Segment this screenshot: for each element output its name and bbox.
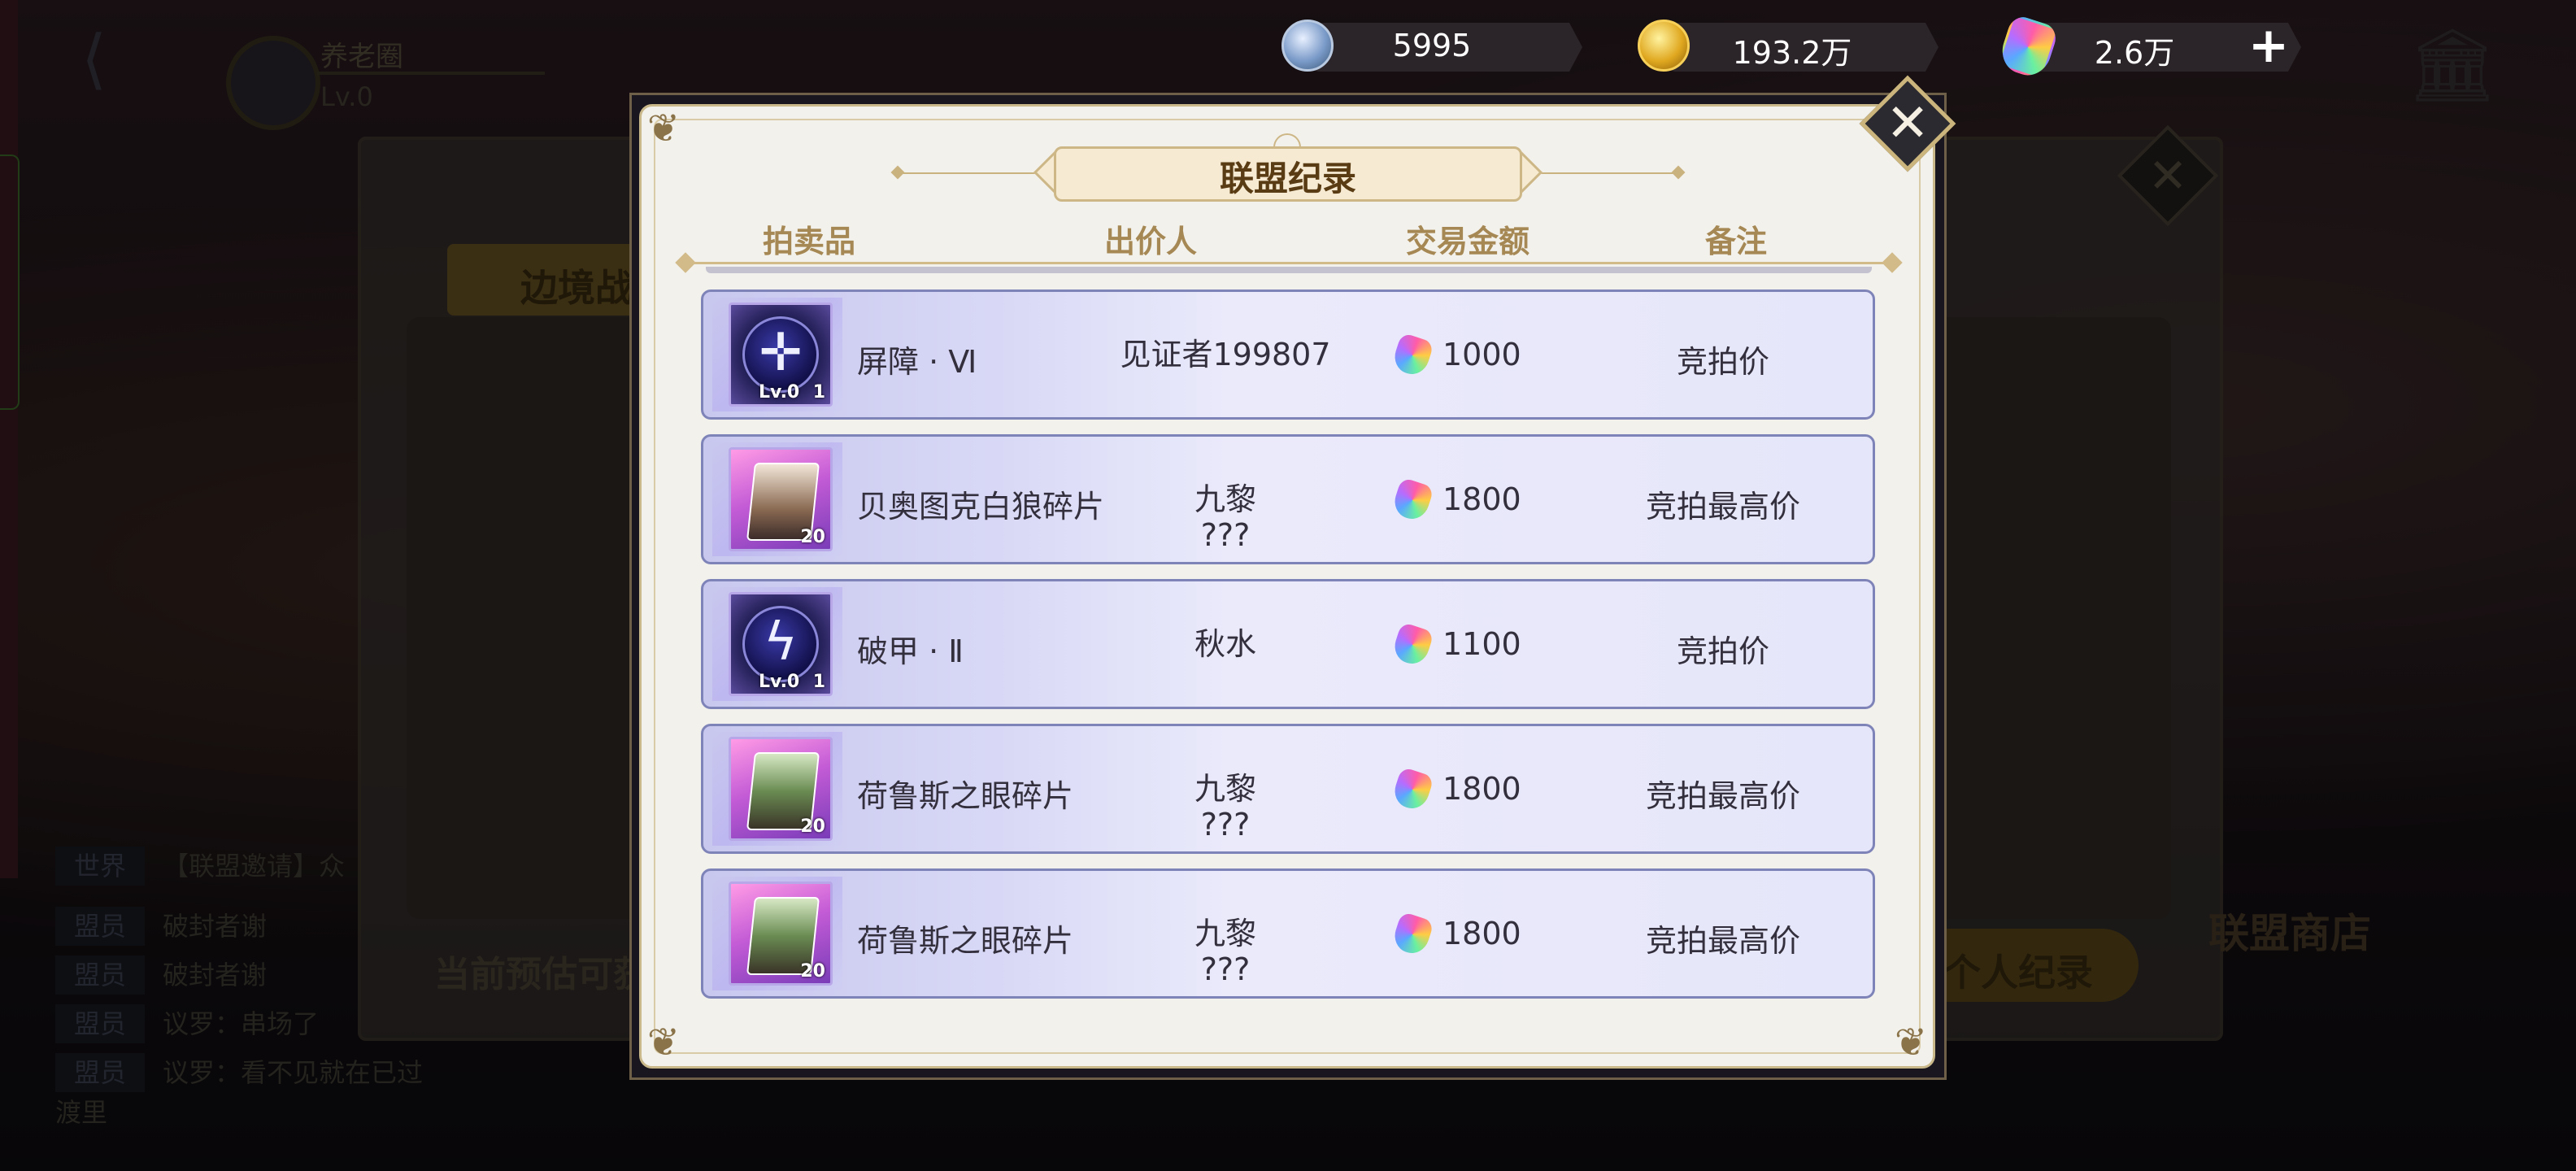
column-header-bidder: 出价人 [1103,224,1197,259]
item-name: 荷鲁斯之眼碎片 [857,778,1074,814]
gem-value: 2.6万 [2094,35,2175,71]
armor-break-skill-icon[interactable]: ϟ Lv.0 1 [729,592,833,696]
crystal-currency: 5995 [1281,20,1582,75]
trade-amount: 1800 [1442,916,1521,951]
item-count: 1 [812,382,825,403]
bidder-name: 九黎 ??? [1194,771,1256,842]
modal-title: 联盟纪录 [1219,159,1356,198]
gem-currency: 2.6万 + [1995,13,2301,81]
trade-amount: 1100 [1442,626,1521,662]
crystal-value: 5995 [1392,28,1472,63]
corner-ornament-icon: ❦ [646,1020,681,1065]
record-note: 竞拍价 [1676,633,1769,669]
record-note: 竞拍最高价 [1645,778,1800,814]
header-divider [683,262,1895,264]
item-count: 20 [800,527,825,547]
trade-amount: 1800 [1442,771,1521,807]
item-level: Lv.0 [759,382,800,403]
title-line-left [898,172,1054,174]
column-header-amount: 交易金额 [1405,224,1530,259]
column-header-item: 拍卖品 [762,224,855,259]
bidder-name: 见证者199807 [1120,337,1331,372]
item-name: 破甲 · Ⅱ [857,633,964,669]
column-header-note: 备注 [1704,224,1767,259]
record-note: 竞拍最高价 [1645,489,1800,525]
trade-amount: 1800 [1442,481,1521,517]
add-gem-button[interactable]: + [2246,21,2291,70]
corner-ornament-icon: ❦ [1894,1020,1928,1065]
gold-value: 193.2万 [1732,35,1852,71]
item-count: 20 [800,961,825,982]
skill-glyph: ✛ [759,323,803,383]
header-shadow [706,267,1872,273]
record-note: 竞拍价 [1676,344,1769,380]
bidder-name: 九黎 ??? [1194,916,1256,987]
white-wolf-fragment-icon[interactable]: 20 [729,447,833,551]
trade-amount: 1000 [1442,337,1521,372]
eye-of-horus-fragment-icon[interactable]: 20 [729,882,833,986]
item-name: 荷鲁斯之眼碎片 [857,923,1074,959]
item-name: 贝奥图克白狼碎片 [857,489,1105,525]
bidder-name: 秋水 [1194,626,1256,662]
item-count: 1 [812,672,825,692]
eye-of-horus-fragment-icon[interactable]: 20 [729,737,833,841]
item-count: 20 [800,816,825,837]
record-note: 竞拍最高价 [1645,923,1800,959]
title-line-right [1522,172,1678,174]
gold-currency: 193.2万 [1638,20,1939,75]
item-level: Lv.0 [759,672,800,692]
bidder-name: 九黎 ??? [1194,481,1256,553]
item-name: 屏障 · Ⅵ [857,344,977,380]
close-icon[interactable]: ✕ [1873,89,1942,158]
skill-glyph: ϟ [763,612,798,673]
corner-ornament-icon: ❦ [646,106,681,151]
barrier-skill-icon[interactable]: ✛ Lv.0 1 [729,303,833,407]
